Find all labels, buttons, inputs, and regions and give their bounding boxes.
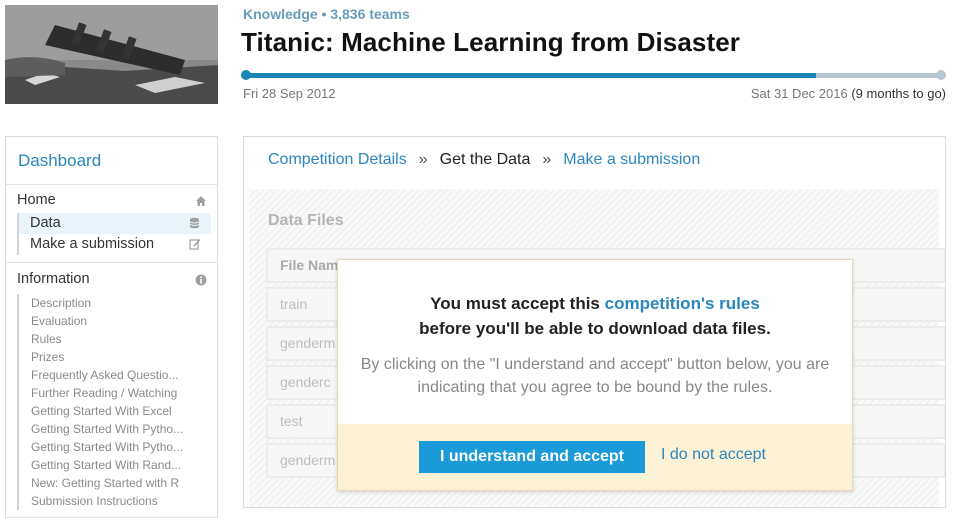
accept-button[interactable]: I understand and accept [419, 441, 645, 473]
info-link[interactable]: Rules [31, 330, 196, 348]
crumb-make-submission[interactable]: Make a submission [563, 151, 700, 168]
competition-title: Titanic: Machine Learning from Disaster [241, 27, 740, 57]
info-link[interactable]: Prizes [31, 348, 196, 366]
sidebar-item-home[interactable]: Home [17, 192, 207, 208]
modal-footer: I understand and accept I do not accept [338, 424, 852, 490]
modal-subtitle: before you'll be able to download data f… [419, 319, 771, 338]
sidebar-item-label: Data [30, 215, 61, 231]
sidebar: Dashboard Home Data Make a submission In… [5, 136, 218, 518]
sidebar-item-data[interactable]: Data [17, 213, 211, 234]
competition-category[interactable]: Knowledge • 3,836 teams [243, 6, 410, 22]
timeline-end-marker [936, 70, 946, 80]
rules-modal: You must accept this competition's rules… [337, 259, 853, 491]
info-link[interactable]: New: Getting Started with R [31, 474, 196, 492]
sidebar-divider [6, 262, 217, 263]
sidebar-item-label: Information [17, 271, 90, 287]
end-date-value: Sat 31 Dec 2016 [750, 86, 848, 101]
sidebar-item-information[interactable]: Information [17, 271, 207, 287]
info-icon [194, 274, 207, 287]
crumb-competition-details[interactable]: Competition Details [268, 151, 407, 168]
info-link[interactable]: Getting Started With Pytho... [31, 438, 196, 456]
timeline-progress [245, 73, 816, 78]
info-link[interactable]: Submission Instructions [31, 492, 196, 510]
modal-body-text: By clicking on the "I understand and acc… [360, 356, 830, 396]
information-list: Description Evaluation Rules Prizes Freq… [17, 294, 217, 510]
database-icon [188, 217, 201, 230]
sidebar-item-label: Home [17, 192, 56, 208]
start-date: Fri 28 Sep 2012 [243, 86, 336, 101]
crumb-separator: » [418, 151, 428, 168]
info-link[interactable]: Further Reading / Watching [31, 384, 196, 402]
info-link[interactable]: Evaluation [31, 312, 196, 330]
breadcrumb: Competition Details » Get the Data » Make a … [268, 151, 700, 169]
competition-thumbnail [5, 5, 218, 104]
modal-title-text: You must accept this [430, 294, 605, 313]
info-link[interactable]: Getting Started With Pytho... [31, 420, 196, 438]
sidebar-dashboard[interactable]: Dashboard [18, 151, 101, 171]
end-date: Sat 31 Dec 2016 (9 months to go) [751, 86, 946, 101]
crumb-separator: » [542, 151, 552, 168]
modal-title: You must accept this competition's rules [338, 294, 852, 314]
sidebar-divider [6, 184, 217, 185]
time-remaining: (9 months to go) [851, 86, 946, 101]
crumb-get-the-data: Get the Data [439, 151, 531, 168]
info-link[interactable]: Frequently Asked Questio... [31, 366, 196, 384]
sidebar-item-submission[interactable]: Make a submission [17, 234, 211, 255]
timeline-start-marker [241, 70, 251, 80]
sidebar-item-label: Make a submission [30, 236, 155, 252]
rules-link[interactable]: competition's rules [605, 294, 760, 313]
decline-link[interactable]: I do not accept [661, 446, 766, 464]
info-link[interactable]: Getting Started With Rand... [31, 456, 196, 474]
info-link[interactable]: Getting Started With Excel [31, 402, 196, 420]
home-icon [194, 195, 207, 208]
info-link[interactable]: Description [31, 294, 196, 312]
edit-icon [188, 238, 201, 251]
data-files-heading: Data Files [268, 212, 344, 229]
